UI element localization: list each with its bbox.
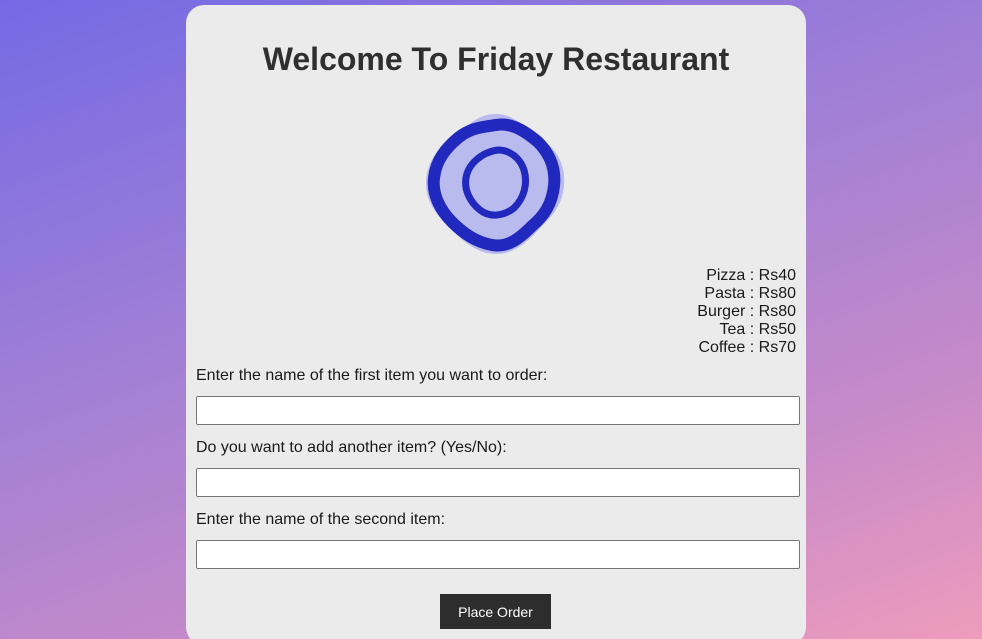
add-another-label: Do you want to add another item? (Yes/No…: [196, 439, 507, 456]
first-item-input[interactable]: [196, 396, 800, 425]
menu-item-pasta: Pasta : Rs80: [704, 285, 796, 302]
menu-price-list: Pizza : Rs40 Pasta : Rs80 Burger : Rs80 …: [697, 267, 796, 357]
restaurant-logo-icon: [426, 114, 565, 254]
menu-item-burger: Burger : Rs80: [697, 303, 796, 320]
second-item-label: Enter the name of the second item:: [196, 511, 446, 528]
order-card: Welcome To Friday Restaurant Pizza : Rs4…: [186, 5, 806, 639]
first-item-label: Enter the name of the first item you wan…: [196, 367, 548, 384]
menu-item-pizza: Pizza : Rs40: [706, 267, 796, 284]
menu-item-tea: Tea : Rs50: [719, 321, 796, 338]
menu-item-coffee: Coffee : Rs70: [698, 339, 796, 356]
add-another-input[interactable]: [196, 468, 800, 497]
page-title: Welcome To Friday Restaurant: [262, 41, 730, 77]
second-item-input[interactable]: [196, 540, 800, 569]
place-order-button[interactable]: Place Order: [440, 594, 551, 629]
